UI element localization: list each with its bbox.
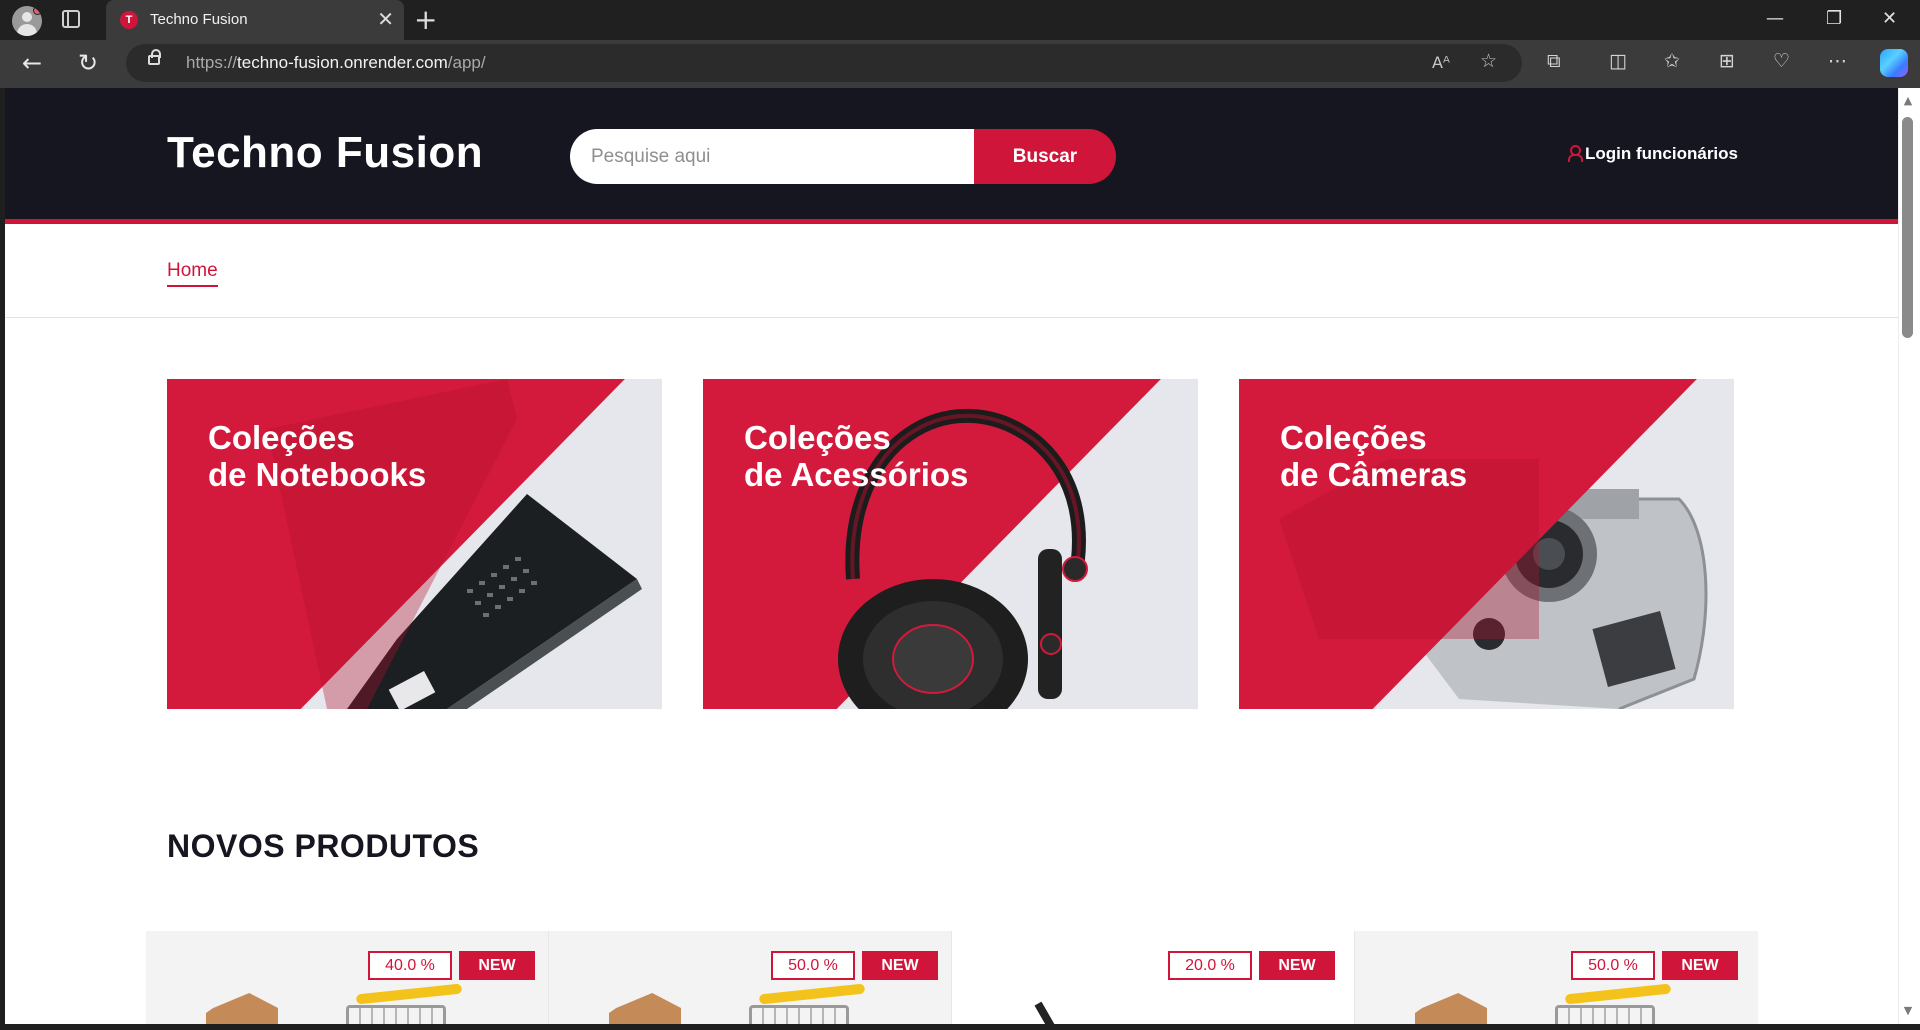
profile-icon[interactable] xyxy=(12,6,42,36)
favorites-icon[interactable]: ✩ xyxy=(1664,50,1680,72)
brand-logo[interactable]: Techno Fusion xyxy=(167,128,483,178)
search-button[interactable]: Buscar xyxy=(974,129,1116,184)
restore-icon[interactable]: ❐ xyxy=(1826,8,1842,29)
cart-image xyxy=(1545,983,1672,1024)
browser-toolbar: ← ↻ https://techno-fusion.onrender.com/a… xyxy=(0,40,1920,88)
collections-icon[interactable]: ⊞ xyxy=(1719,50,1735,72)
login-label: Login funcionários xyxy=(1585,144,1738,163)
collection-card-cameras[interactable]: Coleções de Câmeras xyxy=(1239,379,1734,709)
new-badge: NEW xyxy=(1259,951,1335,980)
close-window-icon[interactable]: ✕ xyxy=(1882,8,1897,29)
tab-actions-icon[interactable] xyxy=(62,10,80,28)
extensions-icon[interactable]: ⧉ xyxy=(1547,50,1561,72)
favorite-icon[interactable]: ☆ xyxy=(1480,50,1497,72)
minimize-icon[interactable]: — xyxy=(1766,8,1784,29)
nav-home-link[interactable]: Home xyxy=(167,260,218,287)
product-card[interactable]: 50.0 % NEW xyxy=(549,931,952,1024)
collection-card-notebooks[interactable]: Coleções de Notebooks xyxy=(167,379,662,709)
device-image xyxy=(1034,1001,1062,1024)
browser-tab-strip: T Techno Fusion ✕ + — ❐ ✕ xyxy=(0,0,1920,40)
close-icon[interactable]: ✕ xyxy=(377,8,394,30)
browser-tab[interactable]: T Techno Fusion ✕ xyxy=(106,0,404,40)
lock-icon[interactable] xyxy=(148,49,161,65)
new-badge: NEW xyxy=(1662,951,1738,980)
login-link[interactable]: Login funcionários xyxy=(1568,144,1738,164)
site-header: Techno Fusion Buscar Login funcionários xyxy=(5,88,1898,224)
favicon-icon: T xyxy=(120,11,138,29)
tab-title: Techno Fusion xyxy=(150,11,248,28)
product-card[interactable]: 50.0 % NEW xyxy=(1355,931,1758,1024)
address-bar[interactable]: https://techno-fusion.onrender.com/app/ … xyxy=(126,44,1522,82)
collection-title: Coleções de Notebooks xyxy=(208,419,427,493)
box-image xyxy=(206,993,278,1024)
refresh-icon[interactable]: ↻ xyxy=(78,50,98,76)
product-card[interactable]: 20.0 % NEW xyxy=(952,931,1355,1024)
new-tab-icon[interactable]: + xyxy=(414,4,437,36)
more-icon[interactable]: ⋯ xyxy=(1828,50,1847,72)
box-image xyxy=(609,993,681,1024)
product-card[interactable]: 40.0 % NEW xyxy=(146,931,549,1024)
cart-image xyxy=(336,983,463,1024)
cart-image xyxy=(739,983,866,1024)
box-image xyxy=(1415,993,1487,1024)
scroll-up-icon[interactable]: ▲ xyxy=(1901,94,1915,107)
split-screen-icon[interactable]: ◫ xyxy=(1609,50,1627,72)
search-input[interactable] xyxy=(570,129,979,184)
url-text[interactable]: https://techno-fusion.onrender.com/app/ xyxy=(186,53,486,73)
web-page: Techno Fusion Buscar Login funcionários … xyxy=(5,88,1898,1024)
read-aloud-icon[interactable]: Aᴬ xyxy=(1432,53,1450,72)
discount-badge: 50.0 % xyxy=(771,951,855,980)
main-nav: Home xyxy=(5,224,1898,318)
products-grid: 40.0 % NEW 50.0 % NEW 20.0 % NEW 50.0 % … xyxy=(146,931,1758,1024)
new-badge: NEW xyxy=(459,951,535,980)
discount-badge: 40.0 % xyxy=(368,951,452,980)
collection-title: Coleções de Câmeras xyxy=(1280,419,1468,493)
user-icon xyxy=(1568,145,1583,162)
scroll-down-icon[interactable]: ▼ xyxy=(1901,1004,1915,1017)
new-products-heading: NOVOS PRODUTOS xyxy=(167,828,480,864)
scrollbar-thumb[interactable] xyxy=(1902,117,1913,338)
copilot-icon[interactable] xyxy=(1880,49,1908,77)
collection-title: Coleções de Acessórios xyxy=(744,419,969,493)
new-badge: NEW xyxy=(862,951,938,980)
discount-badge: 20.0 % xyxy=(1168,951,1252,980)
performance-icon[interactable]: ♡ xyxy=(1773,50,1790,72)
collection-card-accessories[interactable]: Coleções de Acessórios xyxy=(703,379,1198,709)
discount-badge: 50.0 % xyxy=(1571,951,1655,980)
back-icon[interactable]: ← xyxy=(22,50,42,76)
